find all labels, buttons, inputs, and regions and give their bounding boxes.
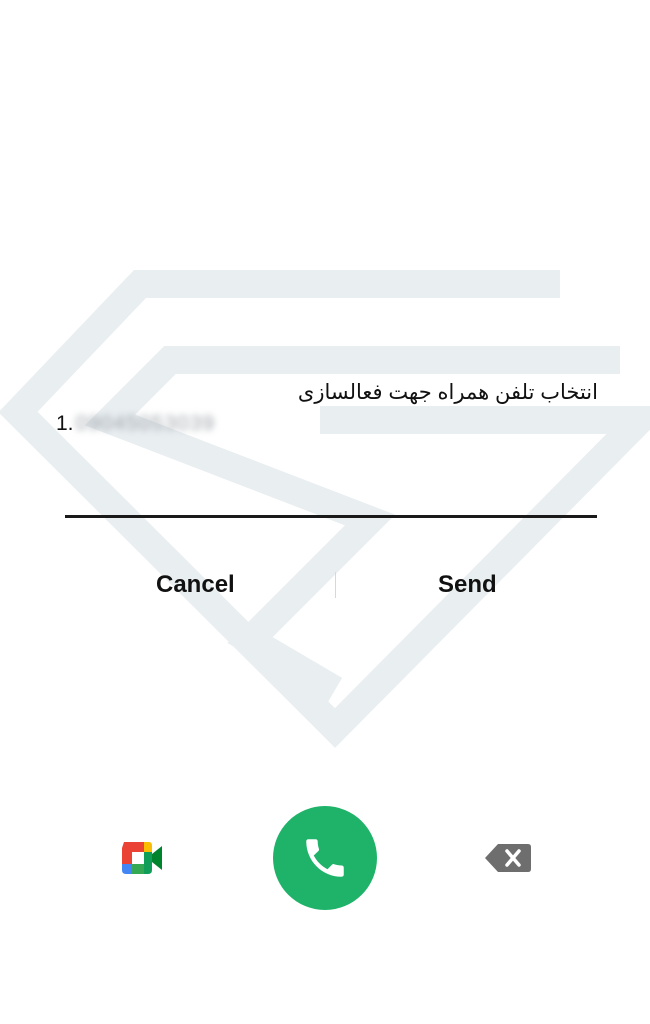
button-separator — [335, 572, 336, 598]
google-meet-icon — [122, 842, 162, 874]
backspace-icon — [485, 844, 531, 872]
phone-option[interactable]: 1. 09045053039 — [56, 412, 215, 436]
dialog-title: انتخاب تلفن همراه جهت فعالسازی — [297, 381, 598, 404]
option-phone-number: 09045053039 — [75, 412, 215, 435]
dialer-screen: انتخاب تلفن همراه جهت فعالسازی 1. 090450… — [0, 0, 650, 1024]
sim-select-dialog: انتخاب تلفن همراه جهت فعالسازی 1. 090450… — [0, 360, 650, 620]
dialog-divider — [65, 515, 597, 518]
option-index: 1. — [56, 412, 74, 435]
cancel-button[interactable]: Cancel — [148, 567, 243, 603]
meet-video-call-button[interactable] — [118, 838, 164, 878]
send-button[interactable]: Send — [430, 567, 505, 603]
call-button[interactable] — [273, 806, 377, 910]
backspace-button[interactable] — [484, 842, 532, 874]
phone-icon — [306, 839, 344, 877]
